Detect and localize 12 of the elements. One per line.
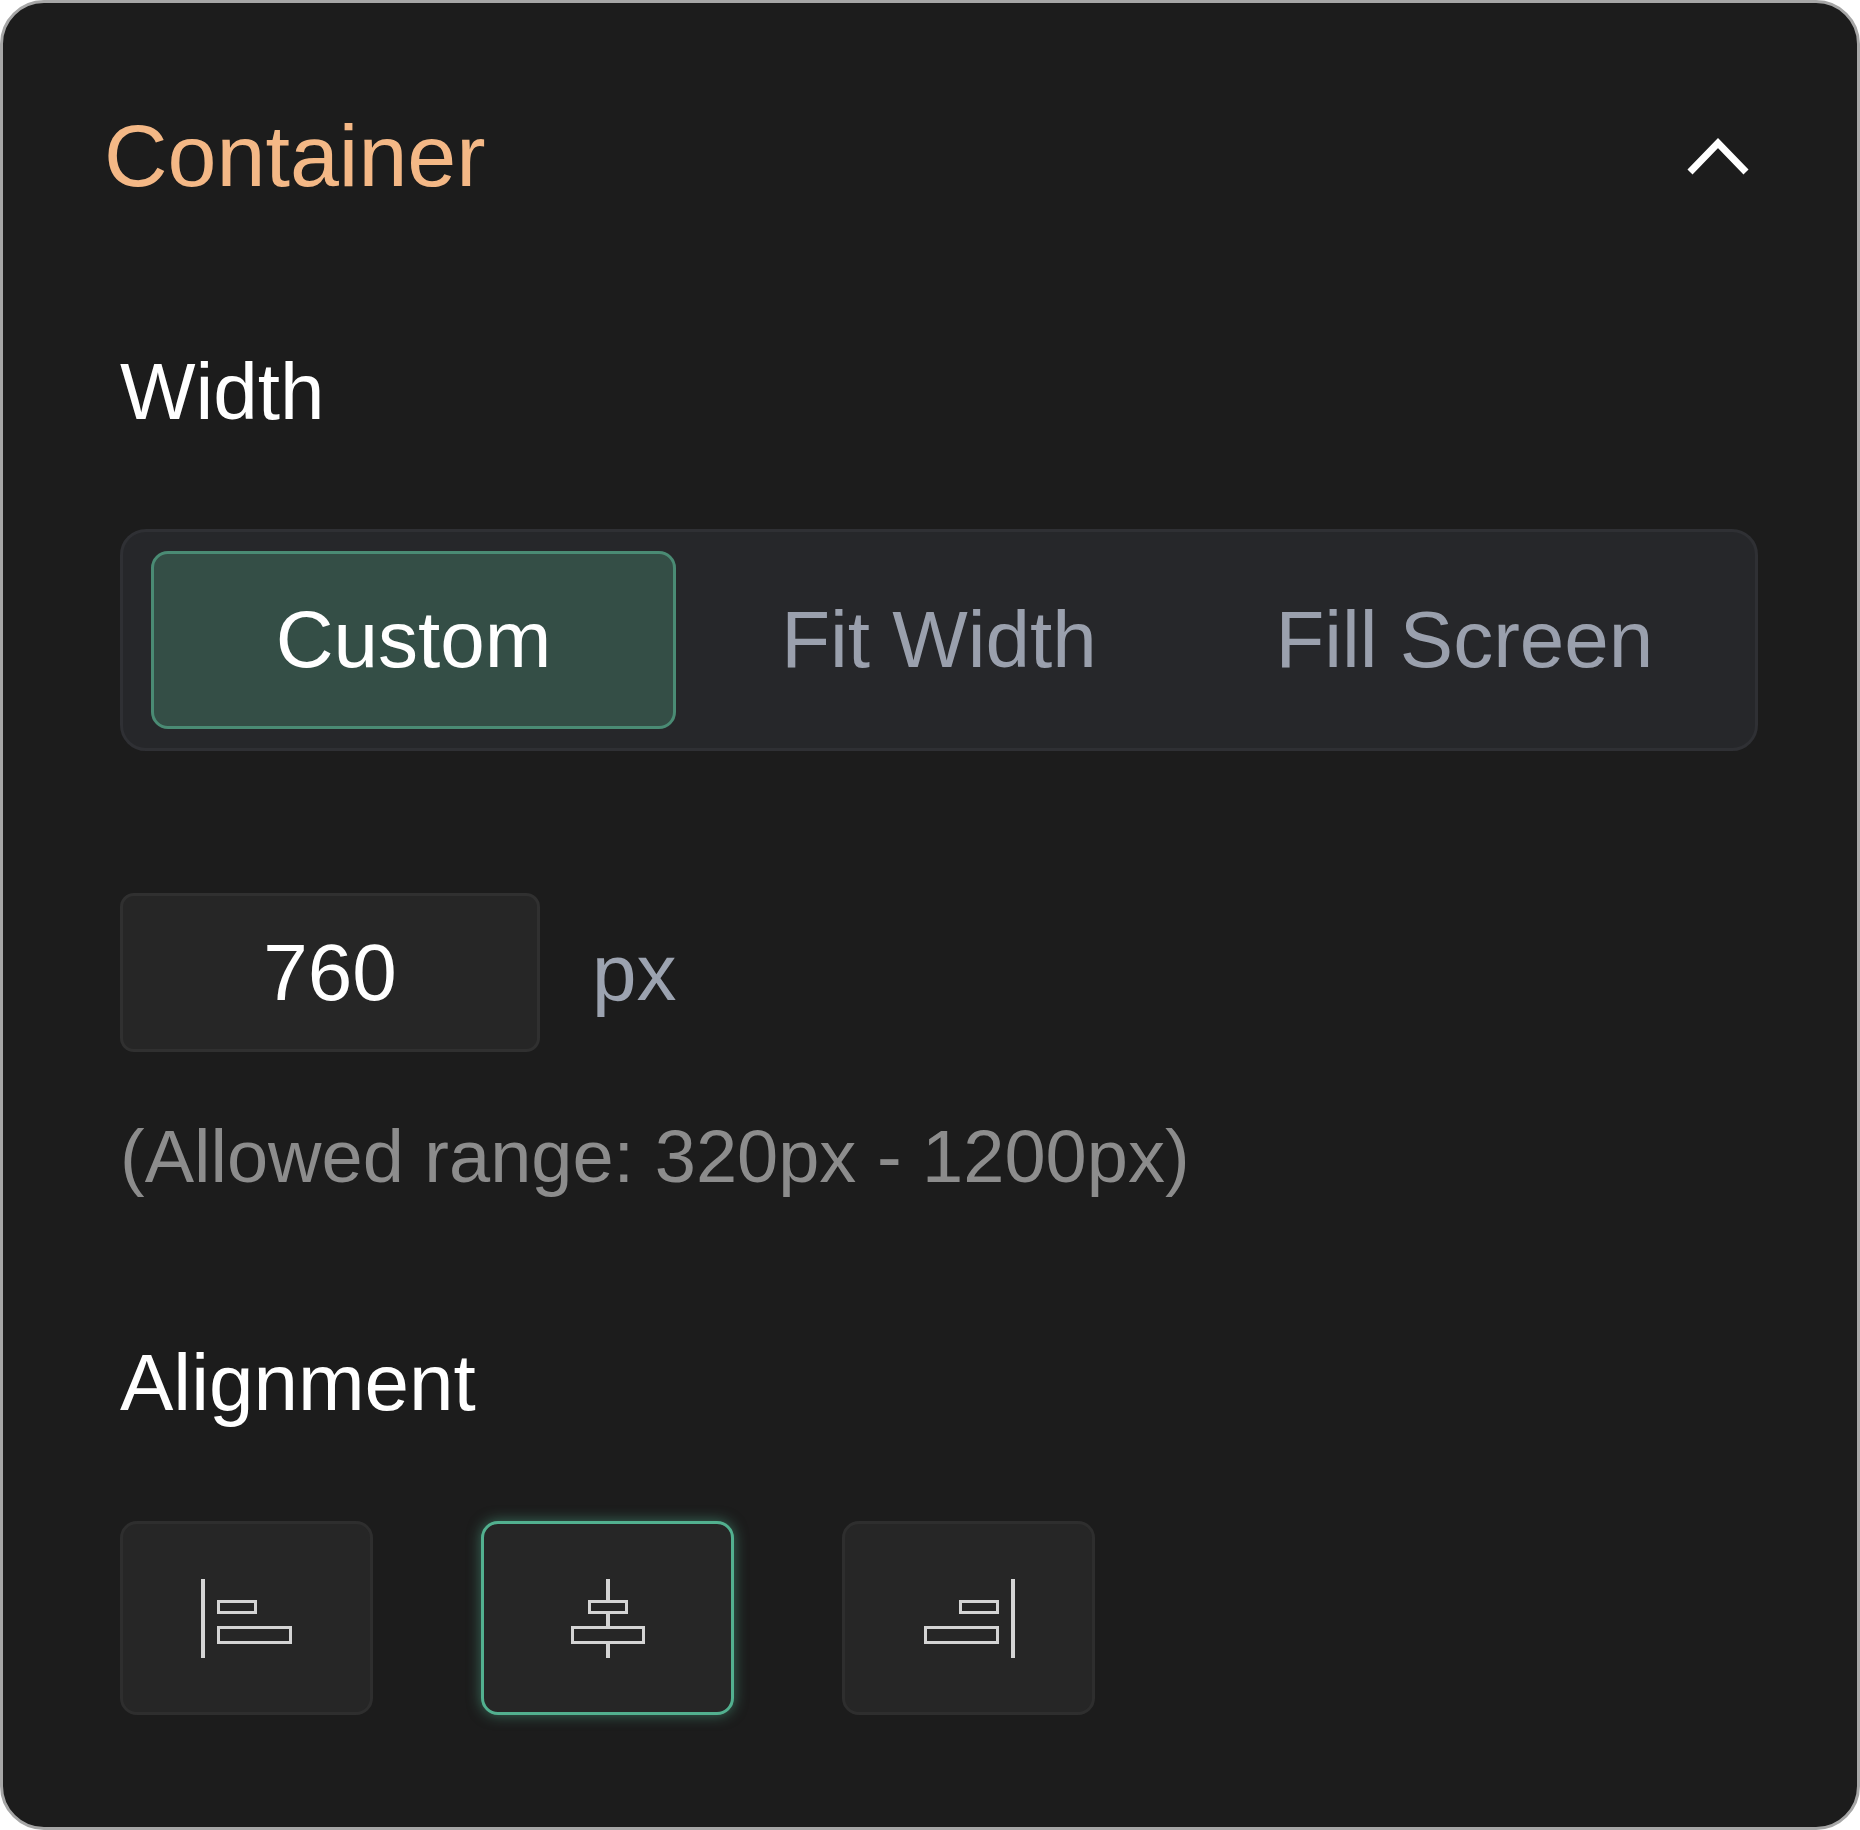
width-input[interactable]: 760: [120, 893, 540, 1052]
alignment-button[interactable]: [842, 1521, 1095, 1715]
panel-title: Container: [104, 112, 486, 200]
width-mode-tab[interactable]: Fit Width: [676, 551, 1202, 729]
chevron-up-icon[interactable]: [1686, 136, 1750, 176]
section-label: Width: [120, 352, 325, 432]
width-mode-tab[interactable]: Fill Screen: [1201, 551, 1727, 729]
width-mode-tab[interactable]: Custom: [151, 551, 677, 729]
alignment-button[interactable]: [481, 1521, 734, 1715]
alignment-button[interactable]: [120, 1521, 373, 1715]
align-left-icon: [200, 1578, 293, 1658]
align-right-icon: [922, 1578, 1015, 1658]
